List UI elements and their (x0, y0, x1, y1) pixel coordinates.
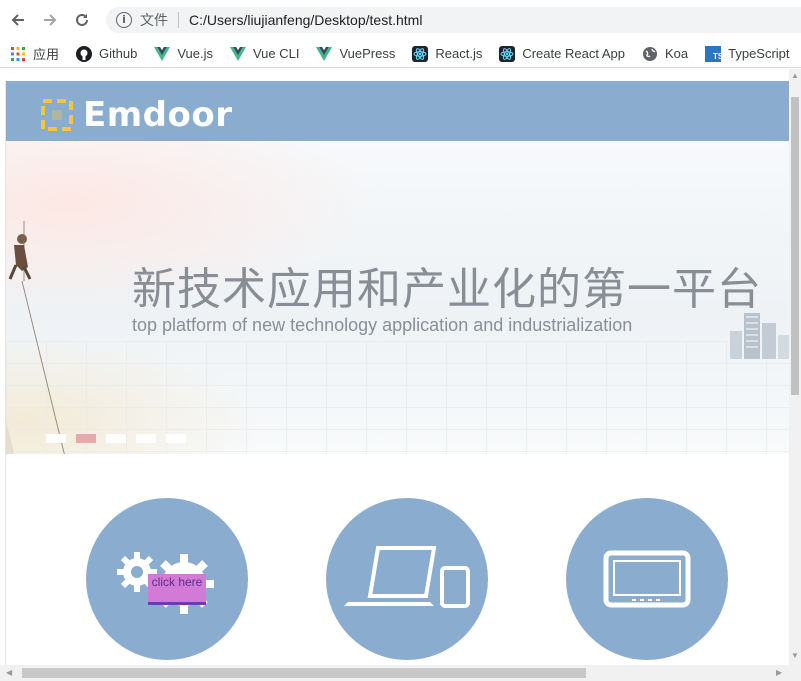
rugged-tablet-icon (603, 550, 691, 608)
address-separator (178, 12, 179, 28)
forward-button[interactable] (36, 6, 64, 34)
bookmark-vue-cli[interactable]: Vue CLI (229, 46, 300, 62)
react-icon (412, 45, 429, 62)
bookmark-create-react-app[interactable]: Create React App (499, 45, 625, 62)
bookmark-reactjs[interactable]: React.js (412, 45, 483, 62)
arrow-right-icon (44, 14, 57, 26)
svg-text:TS: TS (713, 52, 721, 61)
page-viewport: Emdoor 新技术应用和产业化的第一平台 top platform of ne… (0, 69, 801, 681)
bookmarks-bar: 应用 Github Vue.js Vue CLI VuePress React.… (0, 40, 801, 68)
carousel-dot[interactable] (166, 434, 186, 443)
banner-title: 新技术应用和产业化的第一平台 (132, 264, 762, 315)
bookmark-label: Vue CLI (252, 46, 300, 61)
bookmark-apps[interactable]: 应用 (10, 44, 59, 63)
bookmark-label: VuePress (339, 46, 396, 61)
scroll-down-icon[interactable]: ▼ (791, 651, 799, 660)
bookmark-koa[interactable]: Koa (642, 46, 688, 62)
bookmark-label: TypeScript (728, 46, 790, 61)
bookmark-label: Vue.js (177, 46, 213, 61)
carousel-dot-active[interactable] (76, 434, 96, 443)
carousel-dot[interactable] (106, 434, 126, 443)
feature-gears[interactable]: click here (86, 498, 248, 660)
react-icon (499, 45, 516, 62)
carousel-indicators (46, 434, 196, 443)
horizontal-scroll-thumb[interactable] (22, 668, 586, 678)
vue-icon (154, 46, 171, 62)
logo-mark-icon (41, 99, 73, 131)
vue-icon (316, 46, 333, 62)
vertical-scroll-thumb[interactable] (791, 97, 799, 395)
reload-button[interactable] (68, 6, 96, 34)
vertical-scrollbar[interactable]: ▲ ▼ (789, 69, 801, 665)
site-header: Emdoor (6, 81, 791, 141)
reload-icon (76, 13, 88, 26)
scroll-right-icon[interactable]: ▶ (776, 668, 782, 677)
bookmark-label: Create React App (522, 46, 625, 61)
browser-toolbar: i 文件 C:/Users/liujianfeng/Desktop/test.h… (0, 0, 801, 40)
typescript-icon: TS (705, 45, 722, 62)
bookmark-typescript[interactable]: TS TypeScript (705, 45, 790, 62)
address-url[interactable]: C:/Users/liujianfeng/Desktop/test.html (189, 12, 422, 28)
laptop-tablet-icon (344, 546, 470, 608)
carousel-dot[interactable] (46, 434, 66, 443)
web-page: Emdoor 新技术应用和产业化的第一平台 top platform of ne… (5, 81, 791, 681)
feature-rugged-tablet[interactable] (566, 498, 728, 660)
apps-grid-icon (10, 46, 26, 62)
site-logo[interactable]: Emdoor (41, 95, 232, 135)
bookmark-vuepress[interactable]: VuePress (316, 46, 395, 62)
bookmark-label: Koa (664, 46, 689, 61)
info-icon[interactable]: i (116, 12, 132, 28)
bookmark-label: React.js (435, 46, 483, 61)
address-scheme-label: 文件 (140, 12, 168, 28)
github-icon (76, 45, 93, 62)
carousel-dot[interactable] (136, 434, 156, 443)
banner-subtitle: top platform of new technology applicati… (132, 315, 633, 335)
bookmark-github[interactable]: Github (76, 45, 138, 62)
bookmark-label: 应用 (33, 47, 60, 62)
bookmark-label: Github (99, 46, 138, 61)
scroll-up-icon[interactable]: ▲ (791, 71, 799, 80)
vue-icon (229, 46, 246, 62)
climber-illustration (6, 221, 65, 454)
scroll-left-icon[interactable]: ◀ (6, 668, 12, 677)
feature-devices[interactable] (326, 498, 488, 660)
arrow-left-icon (11, 14, 24, 26)
logo-text: Emdoor (83, 95, 233, 135)
address-bar[interactable]: i 文件 C:/Users/liujianfeng/Desktop/test.h… (106, 7, 801, 33)
hero-banner: 新技术应用和产业化的第一平台 top platform of new techn… (6, 141, 791, 454)
horizontal-scrollbar[interactable]: ◀ ▶ (0, 665, 801, 681)
back-button[interactable] (4, 6, 32, 34)
click-here-overlay[interactable]: click here (148, 574, 206, 605)
bookmark-vuejs[interactable]: Vue.js (154, 46, 213, 62)
globe-icon (642, 46, 658, 62)
features-section: click here (6, 454, 791, 681)
